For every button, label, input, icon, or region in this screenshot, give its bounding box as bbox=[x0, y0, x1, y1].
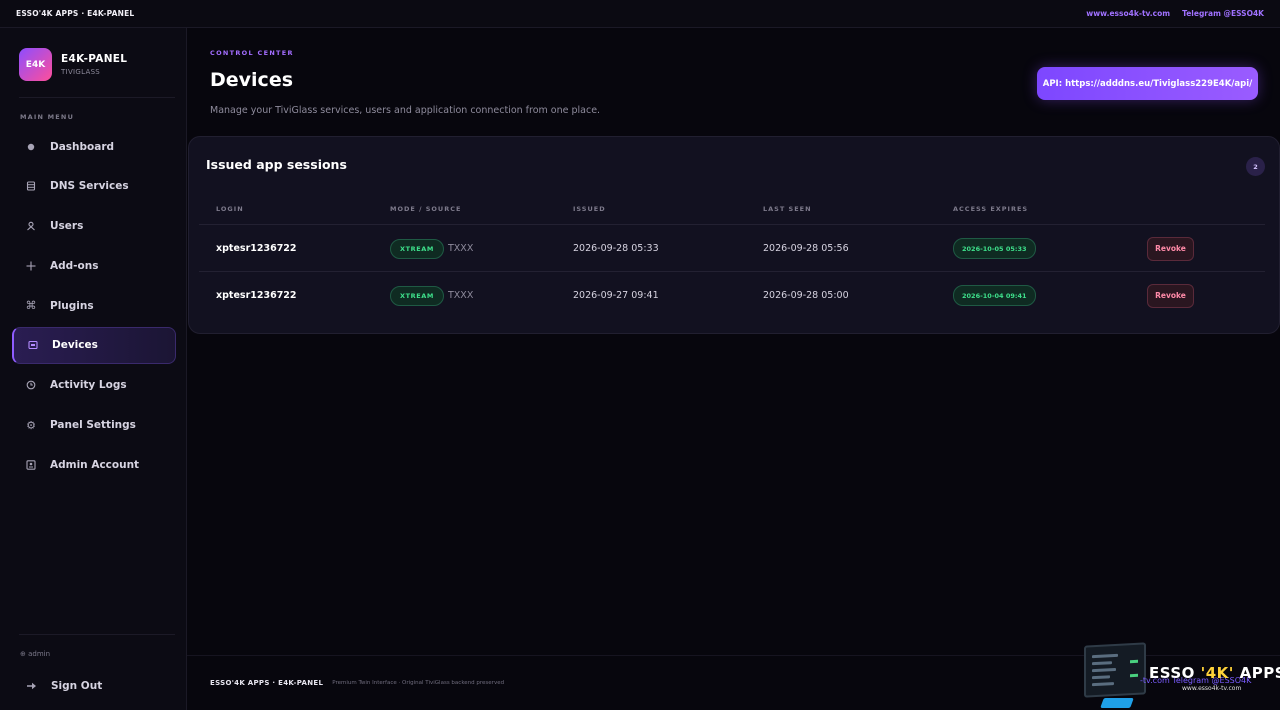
current-user: ⊕ admin bbox=[20, 650, 51, 658]
monitor-icon bbox=[1084, 642, 1146, 698]
sidebar-divider bbox=[19, 634, 175, 635]
database-icon bbox=[26, 181, 36, 191]
sidebar-item-plugins[interactable]: ⌘ Plugins bbox=[12, 287, 176, 324]
table-row: xptesr1236722 XTREAM TXXX 2026-09-28 05:… bbox=[199, 225, 1265, 272]
watermark-title: ESSO '4K' APPS bbox=[1149, 664, 1280, 682]
topbar-brand: ESSO'4K APPS · E4K-PANEL bbox=[16, 9, 135, 18]
api-url-button[interactable]: API: https://adddns.eu/Tiviglass229E4K/a… bbox=[1037, 67, 1258, 100]
cell-last-seen: 2026-09-28 05:00 bbox=[763, 290, 849, 301]
logo[interactable]: E4K E4K-PANEL TIVIGLASS bbox=[19, 48, 127, 81]
mode-badge: XTREAM bbox=[390, 285, 444, 306]
cell-last-seen: 2026-09-28 05:56 bbox=[763, 243, 849, 254]
revoke-button[interactable]: Revoke bbox=[1147, 236, 1194, 261]
section-eyebrow: CONTROL CENTER bbox=[210, 49, 294, 57]
sidebar-item-label: Admin Account bbox=[50, 458, 140, 471]
session-count-badge: 2 bbox=[1246, 157, 1265, 176]
clock-icon bbox=[26, 380, 36, 390]
watermark-site: www.esso4k-tv.com bbox=[1182, 685, 1242, 692]
page-description: Manage your TiviGlass services, users an… bbox=[210, 105, 601, 116]
sidebar-item-label: Panel Settings bbox=[50, 419, 136, 432]
column-access-expires: ACCESS EXPIRES bbox=[953, 205, 1029, 213]
cell-access-expires: 2026-10-05 05:33 bbox=[953, 225, 1036, 272]
sidebar-item-activity-logs[interactable]: Activity Logs bbox=[12, 367, 176, 404]
source-label: TXXX bbox=[448, 290, 474, 301]
brand-watermark: -tv.com Telegram @ESSO4K ESSO '4K' APPS … bbox=[1080, 642, 1280, 710]
sidebar: E4K E4K-PANEL TIVIGLASS MAIN MENU Dashbo… bbox=[0, 28, 187, 710]
table-row: xptesr1236722 XTREAM TXXX 2026-09-27 09:… bbox=[199, 272, 1265, 319]
cell-login: xptesr1236722 bbox=[216, 290, 297, 301]
sidebar-item-panel-settings[interactable]: ⚙ Panel Settings bbox=[12, 407, 176, 444]
website-link[interactable]: www.esso4k-tv.com bbox=[1086, 9, 1170, 18]
user-icon bbox=[26, 221, 36, 231]
column-mode-source: MODE / SOURCE bbox=[390, 205, 462, 213]
cell-mode-source: XTREAM TXXX bbox=[390, 272, 473, 319]
sidebar-item-label: Devices bbox=[52, 339, 98, 352]
sign-out-label: Sign Out bbox=[51, 680, 103, 692]
command-icon: ⌘ bbox=[25, 299, 37, 313]
cell-mode-source: XTREAM TXXX bbox=[390, 225, 473, 272]
footer-brand: ESSO'4K APPS · E4K-PANEL bbox=[210, 679, 324, 687]
sidebar-item-label: Plugins bbox=[50, 299, 94, 312]
gear-icon: ⚙ bbox=[26, 418, 36, 432]
sidebar-item-dashboard[interactable]: Dashboard bbox=[12, 128, 176, 165]
telegram-link[interactable]: Telegram @ESSO4K bbox=[1182, 9, 1264, 18]
mode-badge: XTREAM bbox=[390, 238, 444, 259]
cell-login: xptesr1236722 bbox=[216, 243, 297, 254]
sessions-card: Issued app sessions 2 LOGIN MODE / SOURC… bbox=[188, 136, 1280, 334]
cell-action: Revoke bbox=[1147, 272, 1194, 319]
footer-note: Premium Twin Interface · Original TiviGl… bbox=[332, 680, 505, 686]
id-card-icon bbox=[26, 460, 36, 470]
column-issued: ISSUED bbox=[573, 205, 606, 213]
device-icon bbox=[28, 340, 38, 350]
main-content: CONTROL CENTER Devices Manage your TiviG… bbox=[187, 28, 1280, 710]
circle-dot-icon bbox=[26, 142, 36, 152]
plus-move-icon bbox=[26, 261, 36, 271]
sidebar-divider bbox=[19, 97, 175, 98]
top-bar: ESSO'4K APPS · E4K-PANEL www.esso4k-tv.c… bbox=[0, 0, 1280, 28]
logo-text: E4K-PANEL TIVIGLASS bbox=[61, 53, 127, 76]
sidebar-item-dns-services[interactable]: DNS Services bbox=[12, 168, 176, 205]
sidebar-item-devices[interactable]: Devices bbox=[12, 326, 176, 364]
cell-access-expires: 2026-10-04 09:41 bbox=[953, 272, 1036, 319]
expiry-badge: 2026-10-05 05:33 bbox=[953, 238, 1036, 259]
table-header: LOGIN MODE / SOURCE ISSUED LAST SEEN ACC… bbox=[199, 197, 1265, 225]
logo-badge: E4K bbox=[19, 48, 52, 81]
sidebar-item-admin-account[interactable]: Admin Account bbox=[12, 446, 176, 483]
sidebar-item-label: Dashboard bbox=[50, 140, 115, 153]
menu-label: MAIN MENU bbox=[20, 113, 75, 121]
sidebar-item-label: Activity Logs bbox=[50, 379, 127, 392]
column-login: LOGIN bbox=[216, 205, 244, 213]
sidebar-item-label: Add-ons bbox=[50, 259, 99, 272]
page-title: Devices bbox=[210, 69, 294, 91]
logo-title: E4K-PANEL bbox=[61, 53, 128, 65]
sidebar-item-users[interactable]: Users bbox=[12, 208, 176, 245]
sidebar-item-add-ons[interactable]: Add-ons bbox=[12, 247, 176, 284]
cell-action: Revoke bbox=[1147, 225, 1194, 272]
logo-subtitle: TIVIGLASS bbox=[61, 68, 101, 76]
monitor-stand bbox=[1100, 698, 1134, 708]
revoke-button[interactable]: Revoke bbox=[1147, 283, 1194, 308]
main-menu: Dashboard DNS Services Users Add-ons ⌘ P… bbox=[12, 128, 176, 486]
sidebar-item-label: Users bbox=[50, 220, 84, 233]
sign-out-button[interactable]: Sign Out bbox=[12, 669, 176, 703]
column-last-seen: LAST SEEN bbox=[763, 205, 812, 213]
source-label: TXXX bbox=[448, 243, 474, 254]
sidebar-item-label: DNS Services bbox=[50, 180, 129, 193]
topbar-links: www.esso4k-tv.com Telegram @ESSO4K bbox=[1086, 9, 1264, 18]
expiry-badge: 2026-10-04 09:41 bbox=[953, 285, 1036, 306]
cell-issued: 2026-09-27 09:41 bbox=[573, 290, 659, 301]
cell-issued: 2026-09-28 05:33 bbox=[573, 243, 659, 254]
sign-out-icon bbox=[26, 681, 37, 691]
card-title: Issued app sessions bbox=[206, 157, 347, 172]
